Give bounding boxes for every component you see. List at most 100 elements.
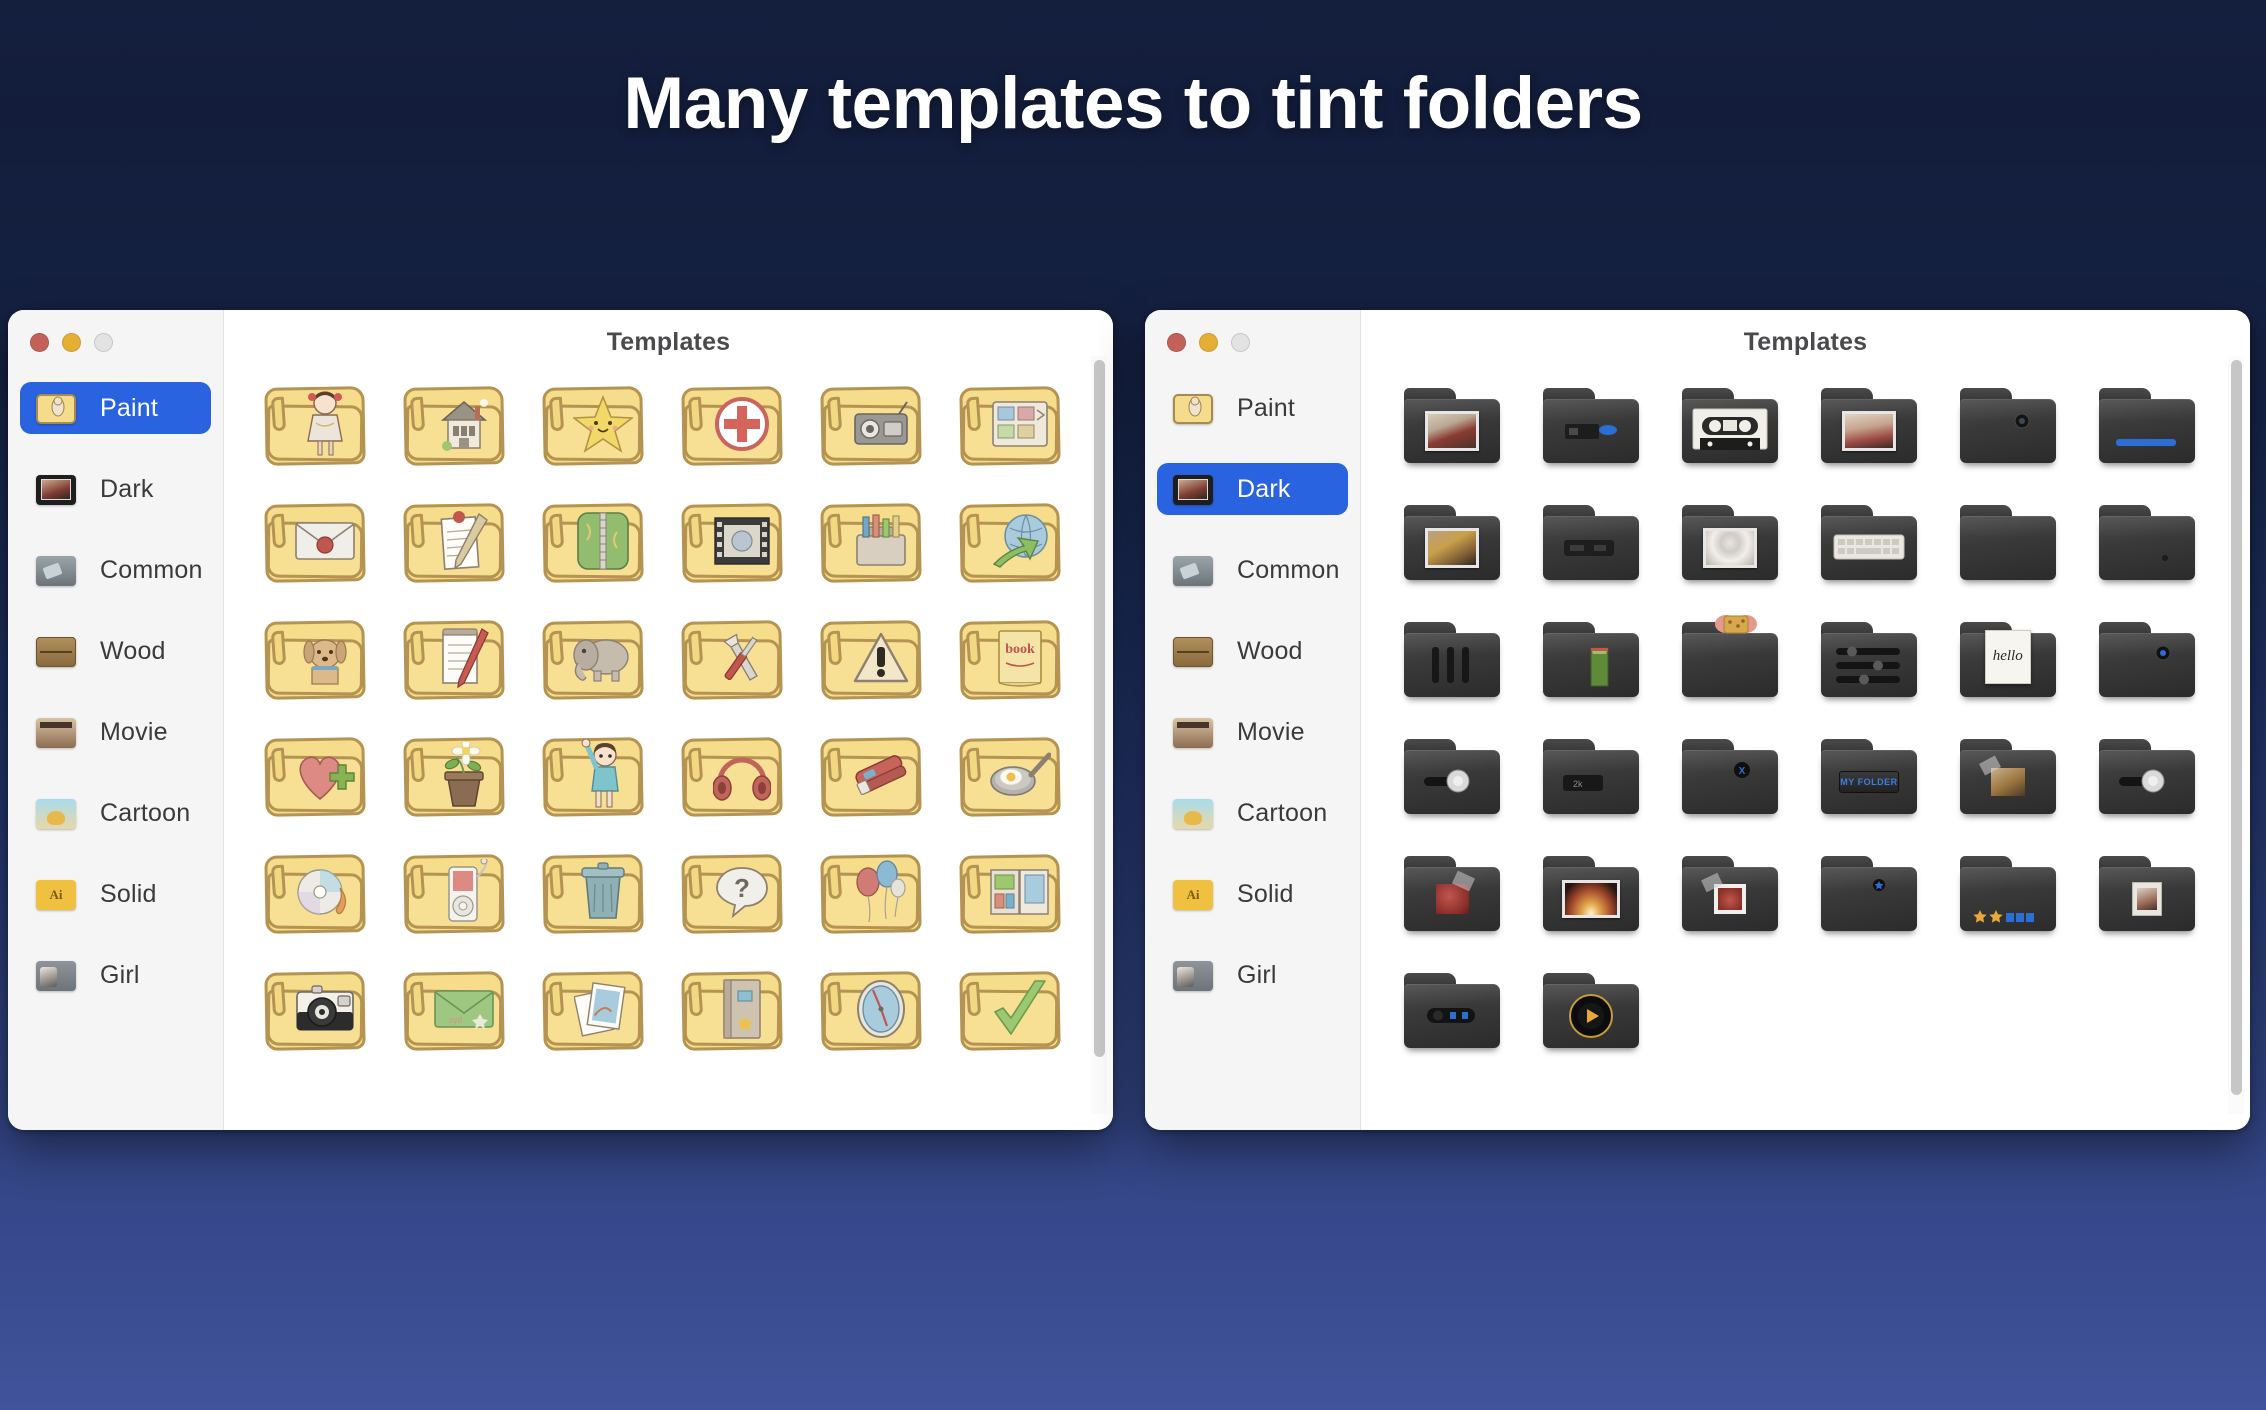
minimize-button[interactable] bbox=[1199, 333, 1218, 352]
scrollbar-right[interactable] bbox=[2228, 356, 2244, 1114]
zoom-button[interactable] bbox=[1231, 333, 1250, 352]
template-item[interactable] bbox=[801, 367, 940, 484]
template-item[interactable] bbox=[940, 835, 1079, 952]
template-item[interactable] bbox=[524, 367, 663, 484]
template-item[interactable] bbox=[1383, 835, 1522, 952]
template-item[interactable] bbox=[940, 952, 1079, 1069]
template-item[interactable] bbox=[1383, 367, 1522, 484]
sidebar-item-movie[interactable]: Movie bbox=[1157, 706, 1348, 758]
template-item[interactable] bbox=[524, 952, 663, 1069]
template-item[interactable] bbox=[2077, 367, 2216, 484]
template-item[interactable] bbox=[385, 484, 524, 601]
template-item[interactable] bbox=[246, 484, 385, 601]
template-item[interactable] bbox=[385, 835, 524, 952]
template-item[interactable] bbox=[1383, 718, 1522, 835]
template-item[interactable] bbox=[1799, 835, 1938, 952]
template-item[interactable] bbox=[940, 484, 1079, 601]
template-item[interactable] bbox=[1522, 601, 1661, 718]
template-item[interactable] bbox=[2077, 718, 2216, 835]
template-item[interactable] bbox=[1522, 835, 1661, 952]
zoom-button[interactable] bbox=[94, 333, 113, 352]
template-item[interactable] bbox=[662, 484, 801, 601]
template-item[interactable] bbox=[1522, 367, 1661, 484]
traffic-lights[interactable] bbox=[8, 310, 223, 352]
template-item[interactable] bbox=[801, 484, 940, 601]
template-item[interactable] bbox=[2077, 484, 2216, 601]
scrollbar-thumb[interactable] bbox=[1094, 360, 1105, 1058]
template-item[interactable]: MY FOLDER bbox=[1799, 718, 1938, 835]
template-item[interactable] bbox=[1383, 952, 1522, 1069]
close-button[interactable] bbox=[30, 333, 49, 352]
sidebar-item-common[interactable]: Common bbox=[20, 544, 211, 596]
sidebar-item-cartoon[interactable]: Cartoon bbox=[20, 787, 211, 839]
template-item[interactable] bbox=[801, 718, 940, 835]
sidebar-item-dark[interactable]: Dark bbox=[20, 463, 211, 515]
sidebar-item-girl[interactable]: Girl bbox=[20, 949, 211, 1001]
sidebar-item-paint[interactable]: Paint bbox=[20, 382, 211, 434]
close-button[interactable] bbox=[1167, 333, 1186, 352]
sidebar-item-common[interactable]: Common bbox=[1157, 544, 1348, 596]
template-item[interactable]: zyd bbox=[385, 952, 524, 1069]
play-dial-icon bbox=[1549, 987, 1633, 1045]
template-item[interactable] bbox=[246, 835, 385, 952]
template-item[interactable] bbox=[385, 601, 524, 718]
template-item[interactable] bbox=[246, 952, 385, 1069]
template-item[interactable] bbox=[940, 367, 1079, 484]
traffic-lights[interactable] bbox=[1145, 310, 1360, 352]
template-item[interactable] bbox=[1661, 367, 1800, 484]
template-item[interactable]: X bbox=[1661, 718, 1800, 835]
template-item[interactable] bbox=[801, 601, 940, 718]
template-item[interactable] bbox=[385, 718, 524, 835]
scrollbar-left[interactable] bbox=[1091, 356, 1107, 1114]
sidebar-item-dark[interactable]: Dark bbox=[1157, 463, 1348, 515]
template-item[interactable]: hello bbox=[1938, 601, 2077, 718]
template-item[interactable]: ? bbox=[662, 835, 801, 952]
template-item[interactable] bbox=[1799, 601, 1938, 718]
template-item[interactable] bbox=[1938, 718, 2077, 835]
green-zipper-icon bbox=[567, 502, 639, 580]
sidebar-item-wood[interactable]: Wood bbox=[1157, 625, 1348, 677]
template-item[interactable]: 2k bbox=[1522, 718, 1661, 835]
scrollbar-thumb[interactable] bbox=[2231, 360, 2242, 1096]
sidebar-item-solid[interactable]: Ai Solid bbox=[20, 868, 211, 920]
template-item[interactable] bbox=[662, 718, 801, 835]
template-item[interactable]: book bbox=[940, 601, 1079, 718]
template-item[interactable] bbox=[1661, 484, 1800, 601]
template-item[interactable] bbox=[246, 718, 385, 835]
sidebar-item-paint[interactable]: Paint bbox=[1157, 382, 1348, 434]
template-item[interactable] bbox=[940, 718, 1079, 835]
window-dark[interactable]: Paint Dark Common Wood Movie Cartoon Ai … bbox=[1145, 310, 2250, 1130]
template-item[interactable] bbox=[1661, 835, 1800, 952]
template-item[interactable] bbox=[1383, 601, 1522, 718]
sidebar-item-solid[interactable]: Ai Solid bbox=[1157, 868, 1348, 920]
sidebar-item-girl[interactable]: Girl bbox=[1157, 949, 1348, 1001]
template-item[interactable] bbox=[246, 367, 385, 484]
template-item[interactable] bbox=[385, 367, 524, 484]
template-item[interactable] bbox=[1522, 484, 1661, 601]
template-item[interactable] bbox=[801, 835, 940, 952]
template-item[interactable] bbox=[524, 835, 663, 952]
template-item[interactable] bbox=[1799, 484, 1938, 601]
template-item[interactable] bbox=[662, 952, 801, 1069]
template-item[interactable] bbox=[1938, 835, 2077, 952]
template-item[interactable] bbox=[524, 484, 663, 601]
template-item[interactable] bbox=[1383, 484, 1522, 601]
template-item[interactable] bbox=[1938, 367, 2077, 484]
template-item[interactable] bbox=[524, 718, 663, 835]
template-item[interactable] bbox=[801, 952, 940, 1069]
template-item[interactable] bbox=[2077, 601, 2216, 718]
template-item[interactable] bbox=[2077, 835, 2216, 952]
sidebar-item-wood[interactable]: Wood bbox=[20, 625, 211, 677]
window-paint[interactable]: Paint Dark Common Wood Movie Cartoon Ai … bbox=[8, 310, 1113, 1130]
template-item[interactable] bbox=[1799, 367, 1938, 484]
sidebar-item-cartoon[interactable]: Cartoon bbox=[1157, 787, 1348, 839]
minimize-button[interactable] bbox=[62, 333, 81, 352]
template-item[interactable] bbox=[1661, 601, 1800, 718]
template-item[interactable] bbox=[662, 601, 801, 718]
template-item[interactable] bbox=[1938, 484, 2077, 601]
template-item[interactable] bbox=[524, 601, 663, 718]
template-item[interactable] bbox=[662, 367, 801, 484]
template-item[interactable] bbox=[246, 601, 385, 718]
sidebar-item-movie[interactable]: Movie bbox=[20, 706, 211, 758]
template-item[interactable] bbox=[1522, 952, 1661, 1069]
